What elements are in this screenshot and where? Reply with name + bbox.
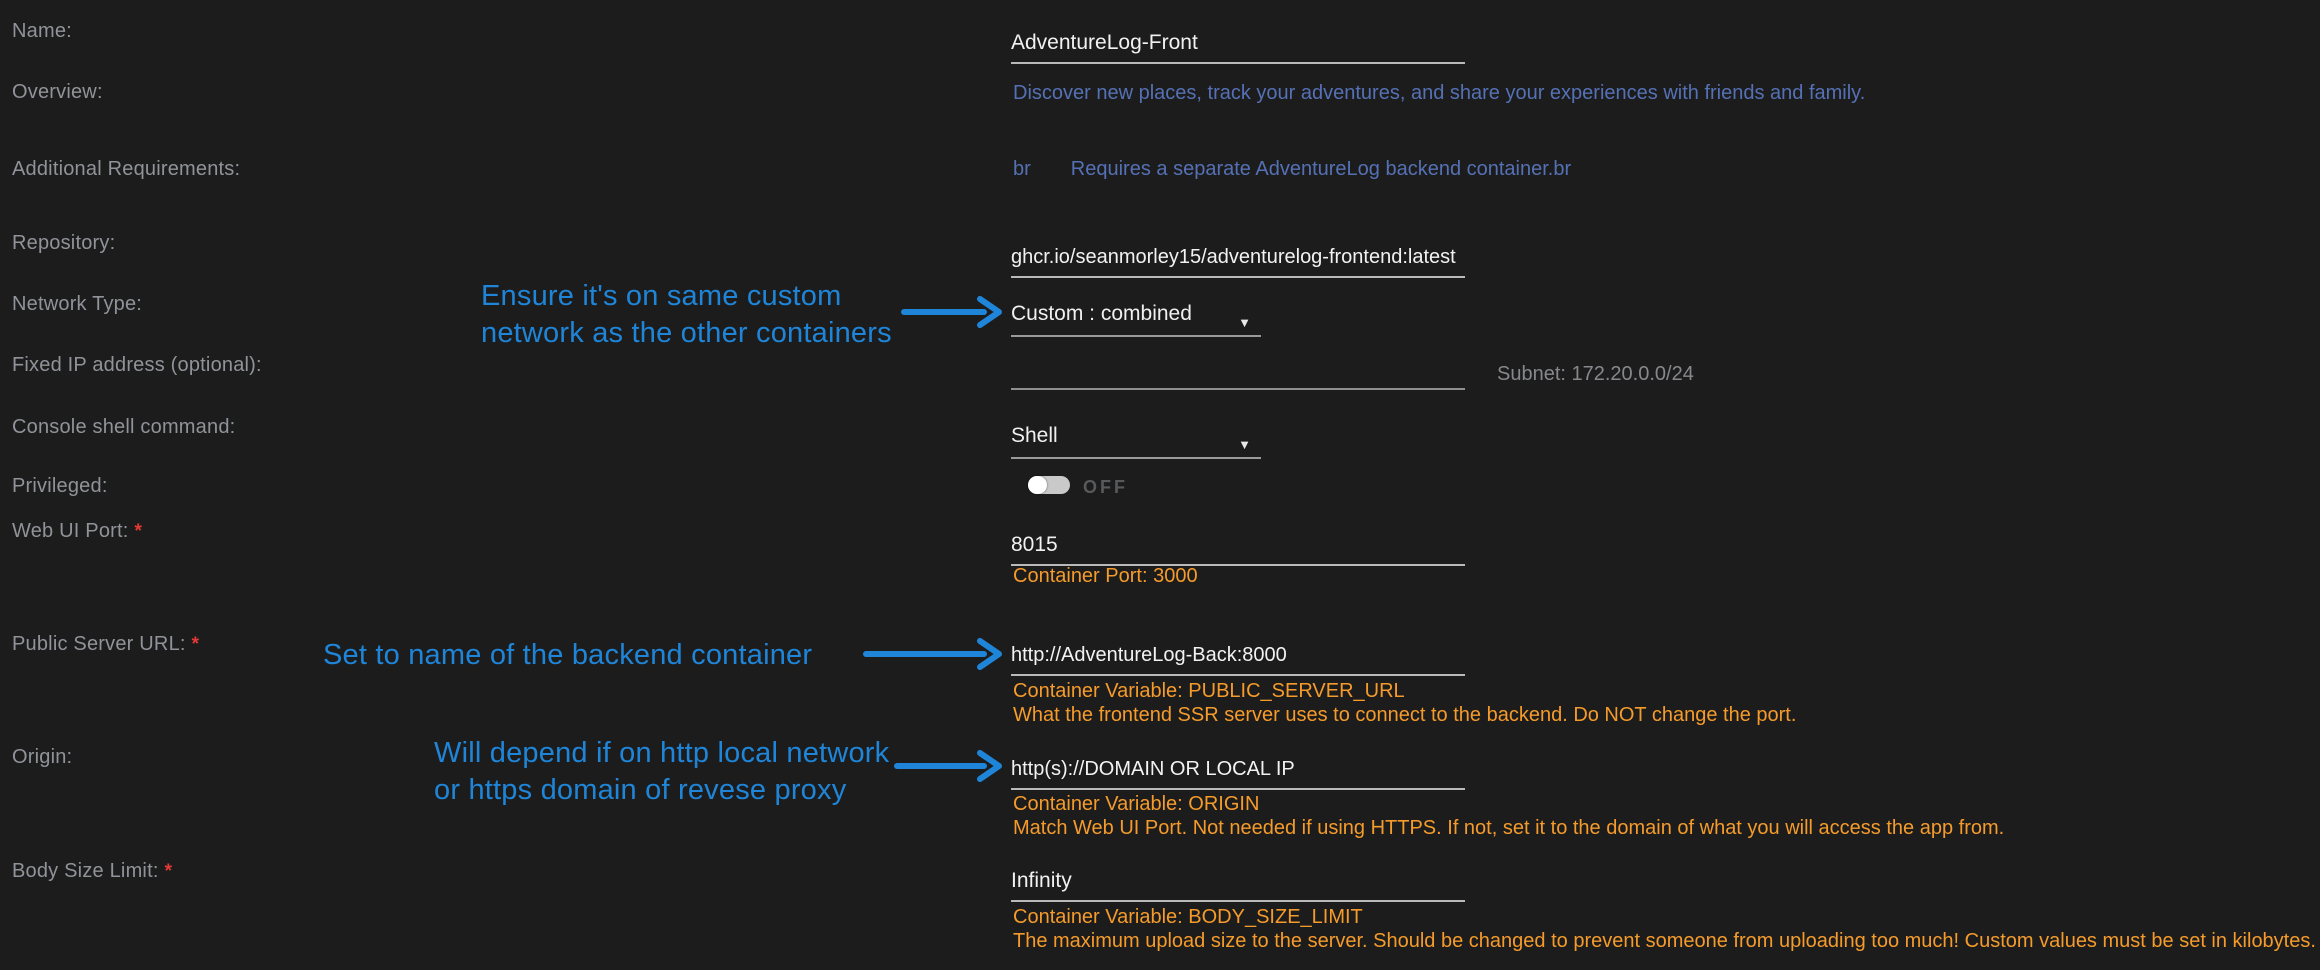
console-shell-value: Shell <box>1011 424 1058 447</box>
network-annotation: Ensure it's on same custom network as th… <box>481 278 892 352</box>
origin-variable: Container Variable: ORIGIN <box>1013 793 1259 816</box>
toggle-knob <box>1028 476 1047 494</box>
subnet-note: Subnet: 172.20.0.0/24 <box>1497 363 1694 386</box>
console-shell-select[interactable]: Shell ▼ <box>1011 419 1261 459</box>
body-size-limit-input[interactable]: Infinity <box>1011 864 1465 902</box>
network-type-label: Network Type: <box>12 293 142 316</box>
web-ui-port-value: 8015 <box>1011 533 1058 556</box>
public-server-url-label: Public Server URL: * <box>12 633 199 656</box>
container-template-form: Name: AdventureLog-Front Overview: Disco… <box>0 0 2320 970</box>
required-asterisk: * <box>192 634 200 655</box>
origin-input[interactable]: http(s)://DOMAIN OR LOCAL IP <box>1011 752 1465 790</box>
required-asterisk: * <box>135 521 143 542</box>
network-annotation-line2: network as the other containers <box>481 315 892 352</box>
name-label: Name: <box>12 20 72 43</box>
name-input[interactable]: AdventureLog-Front <box>1011 26 1465 64</box>
origin-value: http(s)://DOMAIN OR LOCAL IP <box>1011 758 1295 780</box>
required-asterisk: * <box>165 861 173 882</box>
body-size-limit-description: The maximum upload size to the server. S… <box>1013 930 2316 953</box>
origin-annotation: Will depend if on http local network or … <box>434 735 889 809</box>
overview-label: Overview: <box>12 81 103 104</box>
privileged-toggle[interactable] <box>1028 476 1070 494</box>
fixed-ip-input[interactable] <box>1011 352 1465 390</box>
container-port-note: Container Port: 3000 <box>1013 565 1198 588</box>
dropdown-caret-icon: ▼ <box>1238 306 1251 340</box>
network-annotation-arrow-icon <box>900 294 1006 330</box>
body-size-limit-label-text: Body Size Limit: <box>12 860 159 882</box>
additional-requirements-label: Additional Requirements: <box>12 158 240 181</box>
public-server-annotation-arrow-icon <box>862 636 1006 672</box>
body-size-limit-label: Body Size Limit: * <box>12 860 172 883</box>
overview-text: Discover new places, track your adventur… <box>1013 82 1865 105</box>
public-server-annotation: Set to name of the backend container <box>323 637 812 674</box>
fixed-ip-label: Fixed IP address (optional): <box>12 354 262 377</box>
public-server-url-value: http://AdventureLog-Back:8000 <box>1011 644 1287 666</box>
public-server-annotation-line1: Set to name of the backend container <box>323 637 812 674</box>
web-ui-port-label-text: Web UI Port: <box>12 520 129 542</box>
privileged-label: Privileged: <box>12 475 108 498</box>
origin-annotation-line1: Will depend if on http local network <box>434 735 889 772</box>
public-server-url-description: What the frontend SSR server uses to con… <box>1013 704 1796 727</box>
web-ui-port-input[interactable]: 8015 <box>1011 528 1465 566</box>
network-type-value: Custom : combined <box>1011 302 1192 325</box>
additional-requirements-prefix: br <box>1013 158 1031 180</box>
name-value: AdventureLog-Front <box>1011 31 1198 54</box>
repository-value: ghcr.io/seanmorley15/adventurelog-fronte… <box>1011 246 1456 268</box>
privileged-state-label: OFF <box>1083 477 1128 498</box>
public-server-url-label-text: Public Server URL: <box>12 633 186 655</box>
origin-label: Origin: <box>12 746 72 769</box>
repository-label: Repository: <box>12 232 115 255</box>
origin-annotation-line2: or https domain of revese proxy <box>434 772 889 809</box>
public-server-url-variable: Container Variable: PUBLIC_SERVER_URL <box>1013 680 1405 703</box>
origin-annotation-arrow-icon <box>893 748 1006 784</box>
web-ui-port-label: Web UI Port: * <box>12 520 142 543</box>
additional-requirements-text: br Requires a separate AdventureLog backe… <box>1013 158 1571 181</box>
public-server-url-input[interactable]: http://AdventureLog-Back:8000 <box>1011 638 1465 676</box>
network-annotation-line1: Ensure it's on same custom <box>481 278 892 315</box>
network-type-select[interactable]: Custom : combined ▼ <box>1011 297 1261 337</box>
additional-requirements-value: Requires a separate AdventureLog backend… <box>1071 158 1571 180</box>
repository-input[interactable]: ghcr.io/seanmorley15/adventurelog-fronte… <box>1011 240 1465 278</box>
console-shell-label: Console shell command: <box>12 416 235 439</box>
dropdown-caret-icon: ▼ <box>1238 428 1251 462</box>
body-size-limit-variable: Container Variable: BODY_SIZE_LIMIT <box>1013 906 1363 929</box>
origin-description: Match Web UI Port. Not needed if using H… <box>1013 817 2004 840</box>
body-size-limit-value: Infinity <box>1011 869 1072 892</box>
